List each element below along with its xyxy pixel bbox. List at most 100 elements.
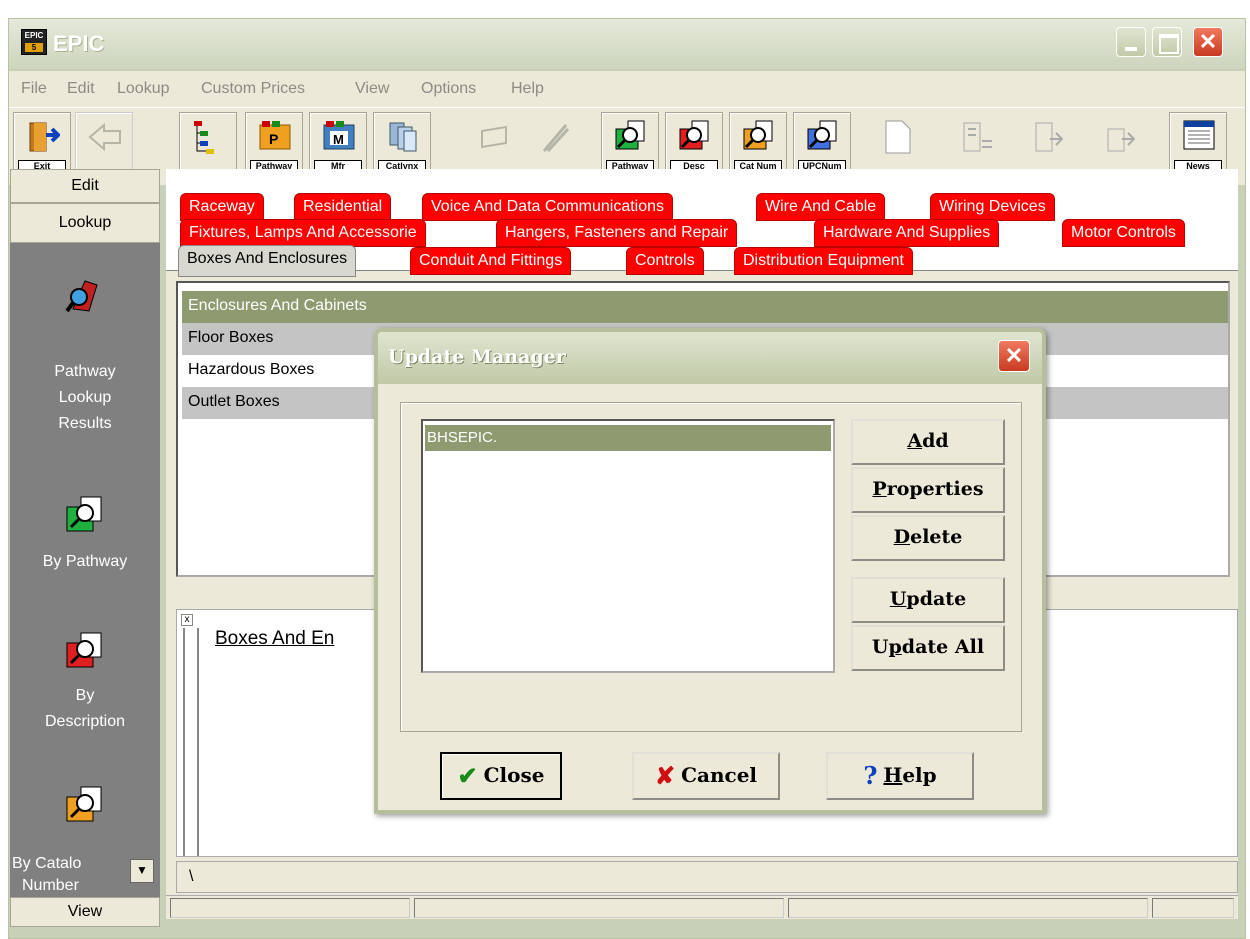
fitting-icon (542, 124, 570, 153)
search-orange-icon (743, 120, 773, 150)
status-cell (170, 898, 410, 918)
minimize-button[interactable] (1116, 27, 1146, 57)
maximize-button[interactable] (1152, 27, 1182, 57)
help-label: elp (902, 763, 937, 787)
close-label: Close (483, 763, 545, 787)
cross-icon: ✘ (654, 761, 676, 790)
status-cell (1152, 898, 1234, 918)
title-bar[interactable]: EPIC 5 EPIC ✕ (9, 19, 1245, 69)
sidebar-link-by-pathway[interactable]: By Pathway (10, 549, 160, 575)
sidebar: Edit Lookup Pathway Lookup Results By Pa… (10, 169, 160, 919)
btn-mnemonic: U (889, 588, 907, 610)
menu-edit[interactable]: Edit (67, 80, 95, 98)
report-icon (963, 122, 992, 152)
tree-icon (194, 121, 214, 154)
tab-distribution[interactable]: Distribution Equipment (734, 247, 913, 275)
sidebar-scroll-down-button[interactable]: ▼ (130, 859, 154, 883)
news-icon (1183, 120, 1215, 150)
tab-hardware[interactable]: Hardware And Supplies (814, 219, 1000, 247)
sidebar-tab-lookup[interactable]: Lookup (10, 203, 160, 243)
link-line: Results (58, 415, 112, 432)
import-icon (1107, 128, 1136, 152)
menu-lookup[interactable]: Lookup (117, 80, 170, 98)
status-bar (166, 895, 1238, 919)
back-arrow-icon (88, 122, 121, 152)
cancel-button[interactable]: ✘ Cancel (632, 752, 780, 800)
sidebar-link-pathway-results[interactable]: Pathway Lookup Results (10, 359, 160, 437)
properties-button[interactable]: Properties (851, 467, 1005, 513)
delete-button[interactable]: Delete (851, 515, 1005, 561)
search-green-icon (615, 120, 645, 150)
btn-mnemonic: A (907, 430, 923, 452)
btn-mnemonic: p (888, 636, 902, 658)
menu-bar: File Edit Lookup Custom Prices View Opti… (9, 71, 1245, 107)
search-blue-icon (807, 120, 837, 150)
link-line: By (75, 687, 95, 704)
tab-wiring-devices[interactable]: Wiring Devices (930, 193, 1055, 221)
pathway-results-icon (65, 280, 98, 313)
btn-mnemonic: D (893, 526, 911, 548)
btn-text: dd (922, 430, 949, 452)
checkmark-icon: ✔ (457, 761, 478, 790)
help-button[interactable]: ? Help (826, 752, 974, 800)
link-line: Pathway (54, 363, 116, 380)
status-cell (788, 898, 1148, 918)
list-item[interactable]: BHSEPIC. (425, 425, 831, 451)
menu-custom-prices[interactable]: Custom Prices (201, 80, 305, 98)
menu-help[interactable]: Help (511, 80, 544, 98)
tab-voice-data[interactable]: Voice And Data Communications (422, 193, 674, 221)
search-green-icon (66, 496, 102, 532)
detail-close-button[interactable]: x (181, 614, 193, 626)
status-cell (414, 898, 784, 918)
dialog-close-button[interactable]: ✕ (998, 340, 1030, 372)
tab-raceway[interactable]: Raceway (180, 193, 264, 221)
update-source-list[interactable]: BHSEPIC. (421, 419, 835, 673)
svg-text:M: M (333, 132, 344, 147)
category-tabs: Raceway Residential Voice And Data Commu… (166, 169, 1238, 277)
tab-residential[interactable]: Residential (294, 193, 392, 221)
app-icon-text: EPIC (24, 31, 44, 40)
manufacturer-folder-icon: M (323, 121, 355, 150)
sidebar-link-by-description[interactable]: By Description (10, 683, 160, 735)
close-button[interactable]: ✔ Close (440, 752, 562, 800)
window-title: EPIC (53, 31, 105, 56)
menu-view[interactable]: View (355, 80, 389, 98)
search-red-icon (66, 632, 102, 668)
menu-file[interactable]: File (21, 80, 47, 98)
btn-text: roperties (886, 478, 984, 500)
tab-controls[interactable]: Controls (626, 247, 704, 275)
question-icon: ? (863, 761, 878, 790)
tab-wire-cable[interactable]: Wire And Cable (756, 193, 886, 221)
tab-fixtures[interactable]: Fixtures, Lamps And Accessorie (180, 219, 426, 247)
sidebar-tab-edit[interactable]: Edit (10, 169, 160, 203)
tab-motor-controls[interactable]: Motor Controls (1062, 219, 1185, 247)
svg-text:P: P (269, 131, 278, 147)
tab-boxes-enclosures[interactable]: Boxes And Enclosures (178, 245, 357, 277)
sidebar-tab-view[interactable]: View (10, 897, 160, 927)
blank-page-icon (885, 120, 911, 154)
search-red-icon (679, 120, 709, 150)
catlynx-icon (389, 122, 417, 152)
tab-hangers[interactable]: Hangers, Fasteners and Repair (496, 219, 738, 247)
close-window-button[interactable]: ✕ (1193, 27, 1223, 57)
update-all-button[interactable]: Update All (851, 625, 1005, 671)
list-item[interactable]: Enclosures And Cabinets (182, 291, 1228, 323)
exit-door-icon (29, 122, 60, 152)
add-button[interactable]: Add (851, 419, 1005, 465)
dialog-title: Update Manager (388, 346, 566, 368)
link-line: By Pathway (42, 553, 128, 570)
tab-conduit[interactable]: Conduit And Fittings (410, 247, 572, 275)
update-button[interactable]: Update (851, 577, 1005, 623)
search-orange-icon (66, 786, 102, 822)
link-line: Lookup (58, 389, 112, 406)
pathway-folder-icon: P (259, 121, 291, 150)
dialog-title-bar[interactable]: Update Manager ✕ (378, 332, 1042, 384)
path-bar: \ (176, 861, 1238, 893)
btn-text: elete (910, 526, 963, 548)
menu-options[interactable]: Options (421, 80, 476, 98)
btn-text: U (871, 636, 889, 658)
update-manager-dialog: Update Manager ✕ BHSEPIC. Add Properties… (374, 328, 1046, 814)
app-icon: EPIC 5 (21, 29, 47, 55)
detail-breadcrumb-link[interactable]: Boxes And En (215, 628, 334, 650)
detail-splitter[interactable] (183, 628, 199, 856)
